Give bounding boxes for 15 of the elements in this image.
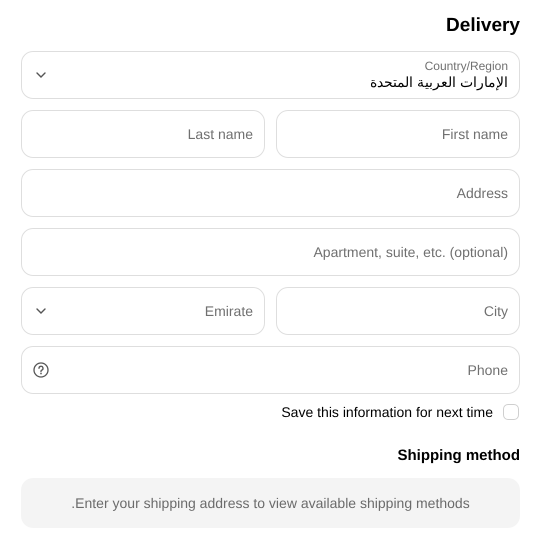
section-title: Shipping method: [396, 446, 520, 466]
phone-field[interactable]: Phone: [21, 346, 520, 394]
section-title: Delivery: [445, 14, 520, 38]
chevron-down-icon: [36, 72, 46, 78]
text-field[interactable]: City: [276, 287, 520, 335]
text-field[interactable]: First name: [276, 110, 520, 158]
text-field[interactable]: Apartment, suite, etc. (optional): [21, 228, 520, 276]
checkbox[interactable]: [503, 404, 519, 420]
help-icon[interactable]: [33, 362, 49, 378]
chevron-down-icon: [36, 308, 46, 314]
checkbox-label: Save this information for next time: [281, 404, 493, 420]
shipping-notice: .Enter your shipping address to view available shipping methods: [21, 478, 520, 528]
text-field[interactable]: Last name: [21, 110, 265, 158]
dropdown-field[interactable]: Emirate: [21, 287, 265, 335]
text-field[interactable]: Address: [21, 169, 520, 217]
